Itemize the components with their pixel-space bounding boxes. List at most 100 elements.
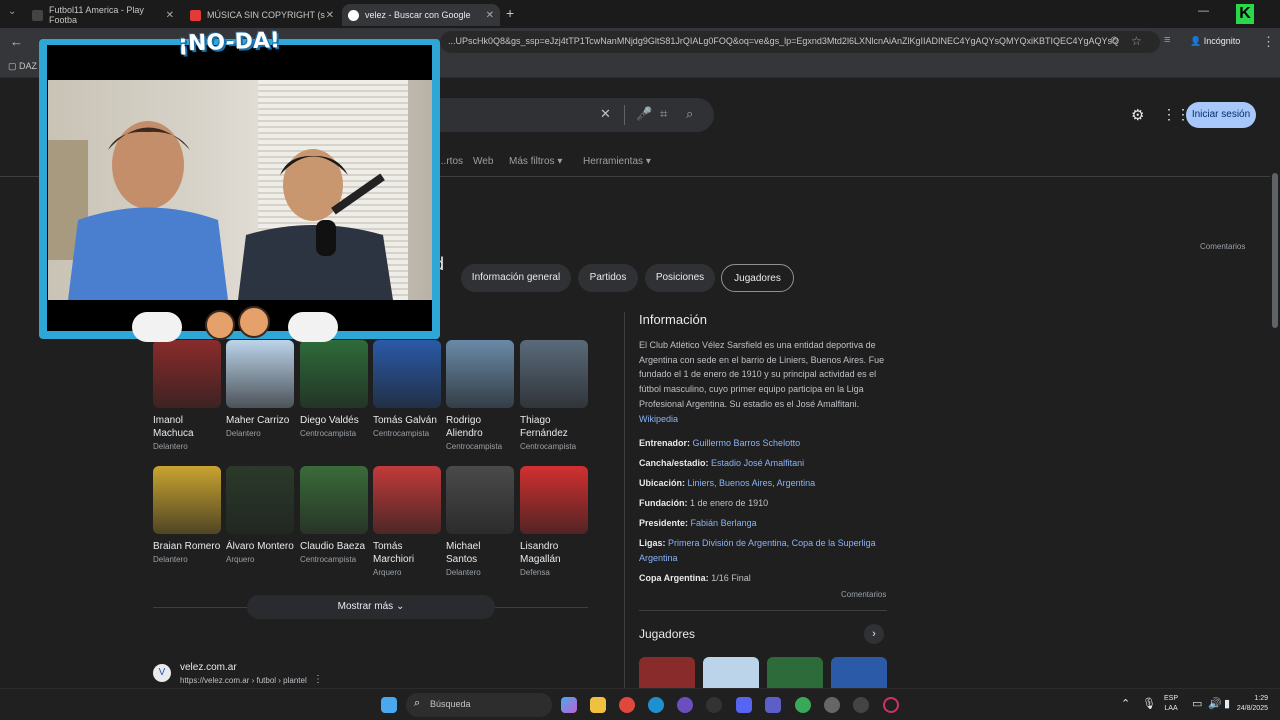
scrollbar-thumb[interactable] (1272, 173, 1278, 328)
fact-value[interactable]: Fabián Berlanga (691, 518, 757, 528)
windows-start-icon[interactable] (381, 697, 397, 713)
result-breadcrumb[interactable]: https://velez.com.ar › futbol › plantel (180, 676, 307, 685)
nav-tab-tools[interactable]: Herramientas ▾ (583, 156, 651, 167)
file-explorer-icon[interactable] (590, 697, 606, 713)
clock[interactable]: 1:29 24/8/2025 (1228, 694, 1268, 714)
incognito-badge[interactable]: 👤 Incógnito (1190, 36, 1240, 47)
chip-jugadores[interactable]: Jugadores (721, 264, 794, 292)
sign-in-button[interactable]: Iniciar sesión (1186, 102, 1256, 128)
player-thumb[interactable] (639, 657, 695, 688)
player-card[interactable]: Álvaro Montero Arquero (226, 466, 294, 564)
info-feedback-link[interactable]: Comentarios (841, 590, 886, 599)
fact-key: Presidente: (639, 518, 689, 528)
player-name: Maher Carrizo (226, 415, 290, 426)
browser-tab-bar: ⌄ Futbol11 America - Play Footba ✕ MÚSIC… (0, 0, 1280, 28)
menu-dots-icon[interactable]: ⋮ (1262, 34, 1275, 50)
volume-icon[interactable]: 🔊 (1208, 697, 1222, 710)
chip-posiciones[interactable]: Posiciones (645, 264, 715, 292)
player-card[interactable]: Rodrigo Aliendro Centrocampista (446, 340, 514, 451)
player-card[interactable]: Maher Carrizo Delantero (226, 340, 294, 438)
bookmark-item[interactable]: ▢ DAZ (8, 61, 37, 72)
star-icon[interactable]: ☆ (1131, 34, 1142, 48)
nav-tab-web[interactable]: Web (473, 156, 493, 167)
player-position: Centrocampista (300, 429, 357, 438)
player-card[interactable]: Tomás Marchiori Arquero (373, 466, 441, 577)
chrome-icon[interactable] (619, 697, 635, 713)
language-indicator[interactable]: ESP LAA (1164, 694, 1178, 714)
chevron-right-icon[interactable]: › (864, 624, 884, 644)
close-icon[interactable]: ✕ (326, 10, 334, 21)
player-photo (226, 466, 294, 534)
feedback-link[interactable]: Comentarios (1200, 242, 1245, 251)
minimize-icon[interactable]: — (1198, 5, 1209, 17)
result-menu-icon[interactable]: ⋮ (313, 674, 323, 685)
page-scrollbar[interactable] (1270, 78, 1280, 688)
microphone-icon[interactable]: 🎤 (636, 106, 652, 122)
taskbar-search[interactable]: ⌕ Búsqueda (406, 693, 552, 717)
eye-off-icon[interactable]: ⊘ (1110, 35, 1118, 46)
tab-velez[interactable]: velez - Buscar con Google ✕ (342, 4, 500, 26)
tab-musica[interactable]: MÚSICA SIN COPYRIGHT (s ✕ (184, 4, 340, 26)
chip-partidos[interactable]: Partidos (578, 264, 638, 292)
tab-futbol11[interactable]: Futbol11 America - Play Footba ✕ (26, 4, 180, 26)
address-bar[interactable]: ...UPscHk0Q8&gs_ssp=eJzj4tTP1TcwNanMNjdg… (440, 31, 1160, 53)
overlay-title: ¡NO-DA! (177, 28, 281, 57)
teams-icon[interactable] (765, 697, 781, 713)
fact-value[interactable]: Estadio José Amalfitani (711, 458, 804, 468)
copilot-icon[interactable] (561, 697, 577, 713)
fact-value: 1/16 Final (711, 573, 751, 583)
player-thumb[interactable] (767, 657, 823, 688)
cloud-left (132, 312, 182, 342)
camera-search-icon[interactable]: ⌗ (660, 106, 667, 122)
discord-icon[interactable] (736, 697, 752, 713)
chip-info-general[interactable]: Información general (461, 264, 571, 292)
edge-icon[interactable] (648, 697, 664, 713)
player-thumb[interactable] (703, 657, 759, 688)
wikipedia-link[interactable]: Wikipedia (639, 414, 678, 424)
player-card[interactable]: Michael Santos Delantero (446, 466, 514, 577)
nav-tab-partial[interactable]: ...rtos (438, 156, 463, 167)
new-tab-icon[interactable]: + (506, 5, 514, 21)
github-icon[interactable] (677, 697, 693, 713)
player-card[interactable]: Thiago Fernández Centrocampista (520, 340, 588, 451)
chrome-active-icon[interactable] (795, 697, 811, 713)
player-photo (446, 340, 514, 408)
player-card[interactable]: Tomás Galván Centrocampista (373, 340, 441, 438)
back-arrow-icon[interactable]: ← (10, 34, 23, 49)
fact-value[interactable]: Liniers, Buenos Aires, Argentina (688, 478, 816, 488)
fact-value[interactable]: Primera División de Argentina, Copa de l… (639, 538, 876, 563)
player-card[interactable]: Diego Valdés Centrocampista (300, 340, 368, 438)
player-photo (153, 466, 221, 534)
info-fact: Presidente: Fabián Berlanga (639, 516, 891, 531)
search-input[interactable]: ✕ 🎤 ⌗ ⌕ (440, 98, 714, 132)
search-icon[interactable]: ⌕ (686, 106, 693, 122)
player-card[interactable]: Claudio Baeza Centrocampista (300, 466, 368, 564)
close-icon[interactable]: ✕ (166, 10, 174, 21)
obs-icon[interactable] (853, 697, 869, 713)
tab-search-icon[interactable]: ⌄ (8, 6, 16, 17)
fact-value[interactable]: Guillermo Barros Schelotto (693, 438, 801, 448)
player-photo (300, 340, 368, 408)
results-divider (153, 607, 247, 608)
microphone-icon[interactable]: 🎙 (1142, 697, 1156, 710)
clear-icon[interactable]: ✕ (600, 106, 611, 122)
player-card[interactable]: Lisandro Magallán Defensa (520, 466, 588, 577)
chevron-up-icon[interactable]: ⌃ (1121, 697, 1130, 710)
close-icon[interactable]: ✕ (486, 10, 494, 21)
app-ring-icon[interactable] (883, 697, 899, 713)
player-card[interactable]: Braian Romero Delantero (153, 466, 221, 564)
network-icon[interactable]: ▭ (1192, 697, 1202, 710)
players-section-title[interactable]: Jugadores (639, 627, 695, 641)
nav-tab-more-filters[interactable]: Más filtros ▾ (509, 156, 562, 167)
result-site-name[interactable]: velez.com.ar (180, 662, 237, 673)
player-thumb[interactable] (831, 657, 887, 688)
player-name: Tomás Galván (373, 415, 437, 426)
player-card[interactable]: Imanol Machuca Delantero (153, 340, 221, 451)
k-logo-icon: K (1236, 4, 1254, 24)
show-more-button[interactable]: Mostrar más ⌄ (247, 595, 495, 619)
fact-key: Fundación: (639, 498, 688, 508)
settings-gear-icon[interactable]: ⚙ (1131, 106, 1144, 124)
settings-icon[interactable] (824, 697, 840, 713)
media-icon[interactable]: ≡ (1164, 34, 1170, 46)
app-icon[interactable] (706, 697, 722, 713)
